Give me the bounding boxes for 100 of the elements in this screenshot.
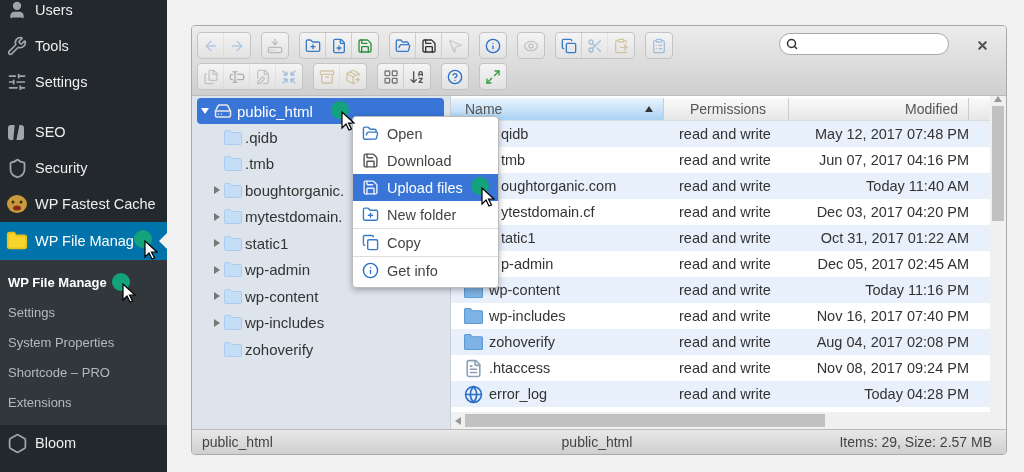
submenu-item[interactable]: WP File Manage [0, 267, 167, 297]
submenu-item[interactable]: Settings [0, 297, 167, 327]
duplicate-icon [202, 68, 219, 85]
edit-icon [254, 68, 271, 85]
permissions-cell-text: read and write [678, 334, 772, 350]
sidebar-item[interactable]: Users [0, 0, 167, 28]
help-icon [447, 68, 463, 85]
file-name: tatic1 [501, 230, 536, 246]
file-name: error_log [489, 386, 548, 402]
menu-item[interactable]: Download [353, 147, 498, 174]
column-header[interactable]: Modified [789, 98, 969, 120]
sidebar-item[interactable]: WP Fastest Cache [0, 186, 167, 222]
sidebar-item[interactable]: SEO [0, 114, 167, 150]
folder-icon [464, 334, 483, 350]
file-name: wp-content [489, 282, 560, 298]
folder-icon [224, 182, 242, 198]
tree-item[interactable]: zohoverify [197, 336, 444, 363]
drive-icon [214, 102, 232, 120]
copy-icon [560, 37, 577, 54]
permissions-cell-text: read and write [678, 126, 772, 142]
file-name: tmb [501, 152, 526, 168]
floppy-icon [362, 152, 379, 169]
clipboard-icon [651, 37, 667, 54]
file-name: p-admin [501, 256, 554, 272]
view-icon [382, 68, 399, 85]
download-icon [420, 37, 437, 54]
column-header[interactable]: Permissions [664, 98, 789, 120]
modified-cell-text: May 12, 2017 07:48 PM [814, 126, 969, 142]
file-icon [464, 358, 483, 378]
close-icon [975, 38, 989, 52]
cursor-icon [471, 177, 495, 207]
select-icon [447, 37, 463, 54]
folder-icon [224, 209, 242, 225]
permissions-cell-text: read and write [678, 230, 772, 246]
sidebar-item[interactable]: WP File Manag [0, 222, 167, 260]
column-header[interactable]: Name [451, 98, 664, 120]
new-folder-icon [304, 37, 321, 54]
folder-icon [224, 262, 242, 278]
menu-item[interactable]: New folder [353, 201, 498, 228]
close-button[interactable] [975, 38, 989, 52]
file-name: .htaccess [489, 360, 551, 376]
modified-cell-text: Nov 08, 2017 09:24 PM [815, 360, 969, 376]
permissions-cell-text: read and write [678, 178, 772, 194]
submenu-item[interactable]: Shortcode – PRO [0, 357, 167, 387]
modified-cell-text: Dec 05, 2017 02:45 AM [816, 256, 969, 272]
modified-cell-text: Dec 03, 2017 04:20 PM [815, 204, 969, 220]
caret-icon [201, 107, 209, 115]
submenu-item[interactable]: Extensions [0, 387, 167, 417]
folder-icon [6, 230, 28, 252]
folder-icon [224, 288, 242, 304]
drive-icon [267, 37, 283, 54]
extract-icon [318, 68, 335, 85]
paste-icon [613, 37, 629, 54]
menu-item[interactable]: Copy [353, 229, 498, 256]
file-name: wp-includes [489, 308, 566, 324]
floppy-icon [362, 179, 379, 196]
folder-icon [362, 125, 379, 142]
copy-icon [362, 234, 379, 251]
menu-item[interactable]: Get info [353, 257, 498, 284]
scroll-arrow-icon[interactable] [455, 416, 461, 425]
sidebar-item[interactable]: Bloom [0, 425, 167, 461]
modified-cell-text: Today 11:16 PM [864, 282, 969, 298]
modified-cell-text: Oct 31, 2017 01:22 AM [819, 230, 969, 246]
status-path: public_html [202, 434, 273, 450]
folder-icon [224, 129, 242, 145]
submenu-item[interactable]: System Properties [0, 327, 167, 357]
sort-icon [409, 68, 425, 85]
permissions-cell-text: read and write [678, 204, 772, 220]
file-name: oughtorganic.com [501, 178, 617, 194]
resize-icon [281, 68, 297, 85]
modified-cell-text: Jun 07, 2017 04:16 PM [818, 152, 969, 168]
new-file-icon [330, 37, 347, 54]
permissions-cell-text: read and write [678, 360, 772, 376]
file-name: qidb [501, 126, 529, 142]
modified-cell-text: Today 04:28 PM [863, 386, 969, 402]
folder-icon [224, 315, 242, 331]
modified-cell-text: Aug 04, 2017 02:08 PM [815, 334, 969, 350]
tree-item[interactable]: wp-content [197, 283, 444, 310]
search-field[interactable] [779, 33, 949, 55]
folder-plus-icon [362, 206, 379, 223]
cut-icon [586, 37, 603, 54]
info-icon [485, 37, 501, 54]
sidebar-item[interactable]: Settings [0, 64, 167, 100]
wrench-icon [6, 35, 28, 57]
sidebar-item[interactable]: Tools [0, 28, 167, 64]
tree-item[interactable]: wp-includes [197, 309, 444, 336]
cursor-icon [134, 230, 158, 260]
rename-icon [228, 68, 245, 85]
archive-icon [345, 68, 361, 85]
folder-icon [224, 341, 242, 357]
permissions-cell-text: read and write [678, 386, 772, 402]
cursor-icon [112, 273, 136, 303]
vertical-scrollbar[interactable] [990, 96, 1006, 429]
file-name: zohoverify [489, 334, 556, 350]
scroll-arrow-icon[interactable] [994, 96, 1002, 102]
folder-icon [464, 308, 483, 324]
sidebar-item[interactable]: Security [0, 150, 167, 186]
horizontal-scrollbar[interactable] [451, 412, 990, 429]
globe-icon [464, 384, 483, 404]
permissions-cell-text: read and write [678, 308, 772, 324]
